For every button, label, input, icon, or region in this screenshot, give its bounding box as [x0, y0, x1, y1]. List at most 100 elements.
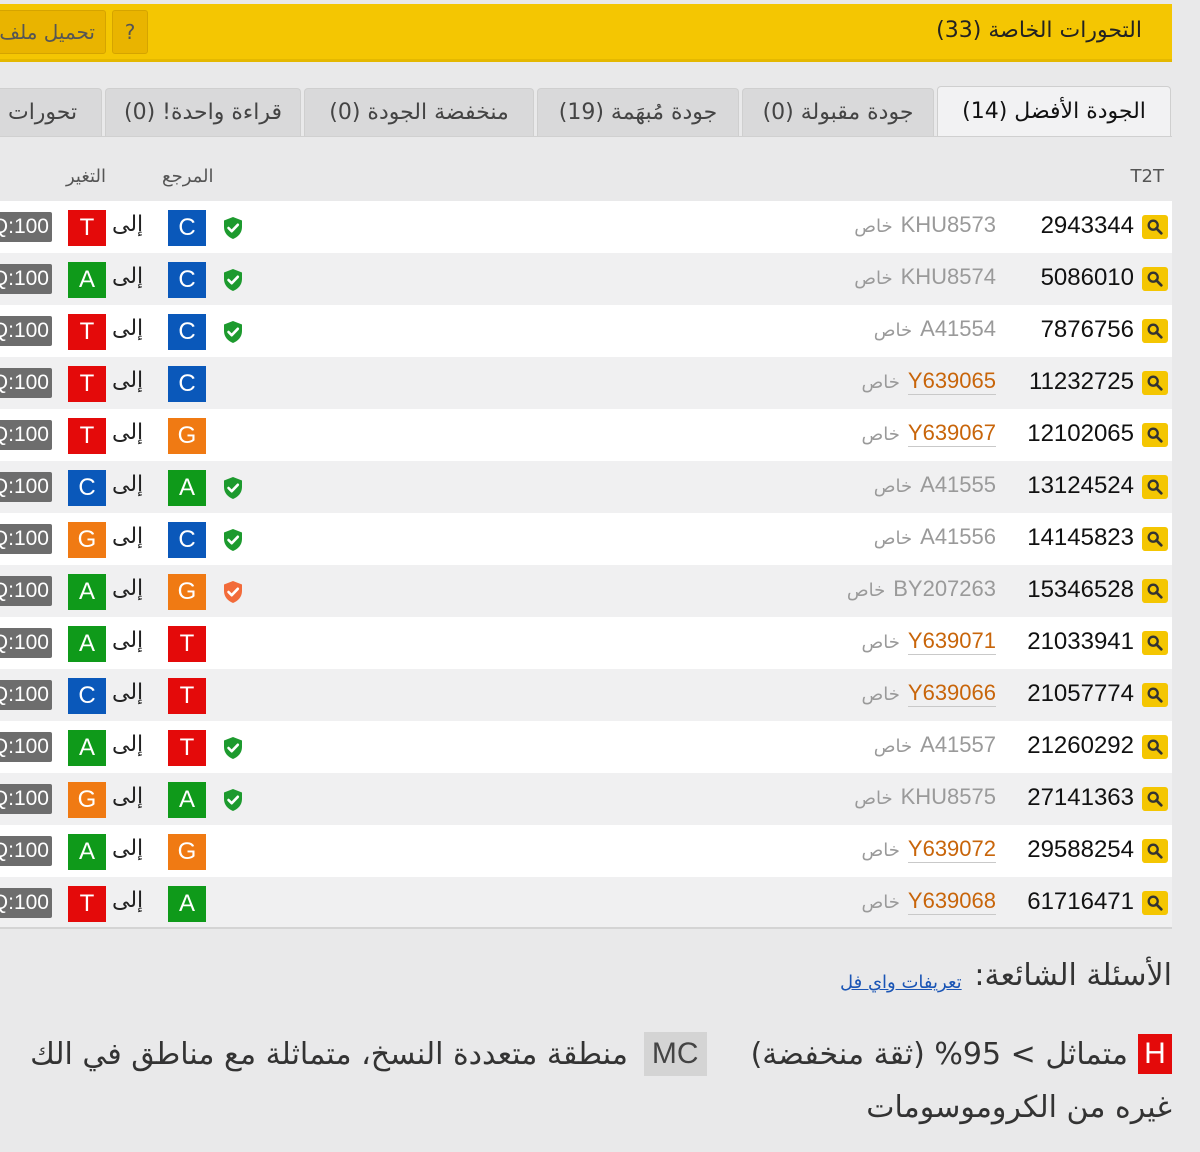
table-row: 21057774 Y639066 خاص T إلىC Q:100: [0, 669, 1172, 721]
legend-row: H متماثل > 95% (ثقة منخفضة) MC منطقة متع…: [30, 1030, 1172, 1078]
table-row: 27141363 KHU8575 خاص A إلىG Q:100: [0, 773, 1172, 825]
quality-badge: Q:100: [0, 836, 52, 866]
tab-acceptable-quality[interactable]: جودة مقبولة (0): [742, 88, 934, 136]
reference-base: T: [168, 626, 206, 662]
magnifier-icon[interactable]: [1142, 683, 1168, 707]
to-label: إلى: [112, 576, 144, 601]
snp-cell: KHU8574 خاص: [854, 264, 996, 290]
magnifier-icon[interactable]: [1142, 527, 1168, 551]
magnifier-icon[interactable]: [1142, 839, 1168, 863]
reference-base: G: [168, 418, 206, 454]
table-row: 5086010 KHU8574 خاص C إلىA Q:100: [0, 253, 1172, 305]
mc-legend-text-continued: غيره من الكروموسومات: [866, 1090, 1172, 1125]
snp-name[interactable]: Y639068: [907, 888, 996, 915]
page-title: التحورات الخاصة (33): [936, 18, 1142, 43]
upload-file-button[interactable]: تحميل ملف: [0, 10, 106, 54]
quality-badge: Q:100: [0, 212, 52, 242]
derived-base: A: [68, 626, 106, 662]
position-cell: 15346528: [1027, 576, 1134, 603]
column-header-position: T2T: [1130, 166, 1164, 187]
snp-cell: Y639067 خاص: [861, 420, 996, 447]
to-label: إلى: [112, 316, 144, 341]
magnifier-icon[interactable]: [1142, 891, 1168, 915]
faq-title: الأسئلة الشائعة:: [974, 958, 1172, 993]
tab-single-read[interactable]: قراءة واحدة! (0): [105, 88, 301, 136]
tab-other-mutations[interactable]: تحورات ا: [0, 88, 102, 136]
snp-cell: Y639071 خاص: [861, 628, 996, 655]
reference-base: C: [168, 522, 206, 558]
verified-shield-icon: [222, 736, 244, 760]
table-row: 61716471 Y639068 خاص A إلىT Q:100: [0, 877, 1172, 929]
quality-badge: Q:100: [0, 888, 52, 918]
magnifier-icon[interactable]: [1142, 735, 1168, 759]
tab-ambiguous-quality[interactable]: جودة مُبهَمة (19): [537, 88, 739, 136]
snp-cell: A41557 خاص: [874, 732, 996, 758]
derived-base: T: [68, 886, 106, 922]
table-row: 12102065 Y639067 خاص G إلىT Q:100: [0, 409, 1172, 461]
snp-cell: Y639066 خاص: [862, 680, 996, 707]
help-button[interactable]: ?: [112, 10, 148, 54]
magnifier-icon[interactable]: [1142, 475, 1168, 499]
derived-base: A: [68, 730, 106, 766]
mc-legend-text: منطقة متعددة النسخ، متماثلة مع مناطق في …: [30, 1036, 628, 1072]
snp-name[interactable]: Y639066: [907, 680, 996, 707]
to-label: إلى: [112, 264, 144, 289]
to-label: إلى: [112, 628, 144, 653]
header-bar: التحورات الخاصة (33) ? تحميل ملف: [0, 4, 1172, 62]
private-label: خاص: [873, 476, 913, 497]
magnifier-icon[interactable]: [1142, 371, 1168, 395]
magnifier-icon[interactable]: [1142, 579, 1168, 603]
magnifier-icon[interactable]: [1142, 267, 1168, 291]
to-label: إلى: [112, 524, 144, 549]
magnifier-icon[interactable]: [1142, 215, 1168, 239]
private-label: خاص: [854, 216, 893, 237]
snp-cell: A41555 خاص: [874, 472, 996, 498]
private-label: خاص: [861, 632, 900, 653]
derived-base: A: [68, 574, 106, 610]
private-label: خاص: [861, 892, 900, 913]
private-label: خاص: [861, 424, 900, 445]
y-full-definitions-link[interactable]: تعريفات واي فل: [840, 972, 962, 993]
position-cell: 21260292: [1027, 732, 1134, 759]
snp-name: A41556: [920, 524, 996, 549]
snp-cell: A41556 خاص: [874, 524, 996, 550]
private-label: خاص: [854, 268, 893, 289]
quality-badge: Q:100: [0, 628, 52, 658]
derived-base: A: [68, 262, 106, 298]
quality-badge: Q:100: [0, 732, 52, 762]
snp-name[interactable]: Y639071: [907, 628, 996, 655]
reference-base: T: [168, 730, 206, 766]
derived-base: G: [68, 522, 106, 558]
tab-low-quality[interactable]: منخفضة الجودة (0): [304, 88, 534, 136]
quality-badge: Q:100: [0, 472, 52, 502]
reference-base: A: [168, 886, 206, 922]
snp-cell: KHU8575 خاص: [854, 784, 996, 810]
snp-name[interactable]: Y639072: [907, 836, 996, 863]
position-cell: 21057774: [1027, 680, 1134, 707]
magnifier-icon[interactable]: [1142, 319, 1168, 343]
snp-name: BY207263: [893, 576, 996, 601]
quality-badge: Q:100: [0, 264, 52, 294]
snp-name: KHU8574: [900, 264, 996, 289]
derived-base: C: [68, 678, 106, 714]
quality-badge: Q:100: [0, 316, 52, 346]
to-label: إلى: [112, 680, 144, 705]
snp-name: A41557: [920, 732, 996, 757]
tab-best-quality[interactable]: الجودة الأفضل (14): [937, 86, 1171, 136]
private-label: خاص: [861, 840, 900, 861]
quality-badge: Q:100: [0, 420, 52, 450]
magnifier-icon[interactable]: [1142, 631, 1168, 655]
h-badge: H: [1138, 1034, 1172, 1074]
snp-cell: KHU8573 خاص: [854, 212, 996, 238]
snp-cell: Y639065 خاص: [861, 368, 996, 395]
snp-name[interactable]: Y639067: [907, 420, 996, 447]
snp-name[interactable]: Y639065: [907, 368, 996, 395]
position-cell: 2943344: [1040, 212, 1134, 239]
magnifier-icon[interactable]: [1142, 423, 1168, 447]
reference-base: G: [168, 574, 206, 610]
table-row: 15346528 BY207263 خاص G إلىA Q:100: [0, 565, 1172, 617]
magnifier-icon[interactable]: [1142, 787, 1168, 811]
private-label: خاص: [861, 372, 900, 393]
table-row: 29588254 Y639072 خاص G إلىA Q:100: [0, 825, 1172, 877]
to-label: إلى: [112, 472, 144, 497]
